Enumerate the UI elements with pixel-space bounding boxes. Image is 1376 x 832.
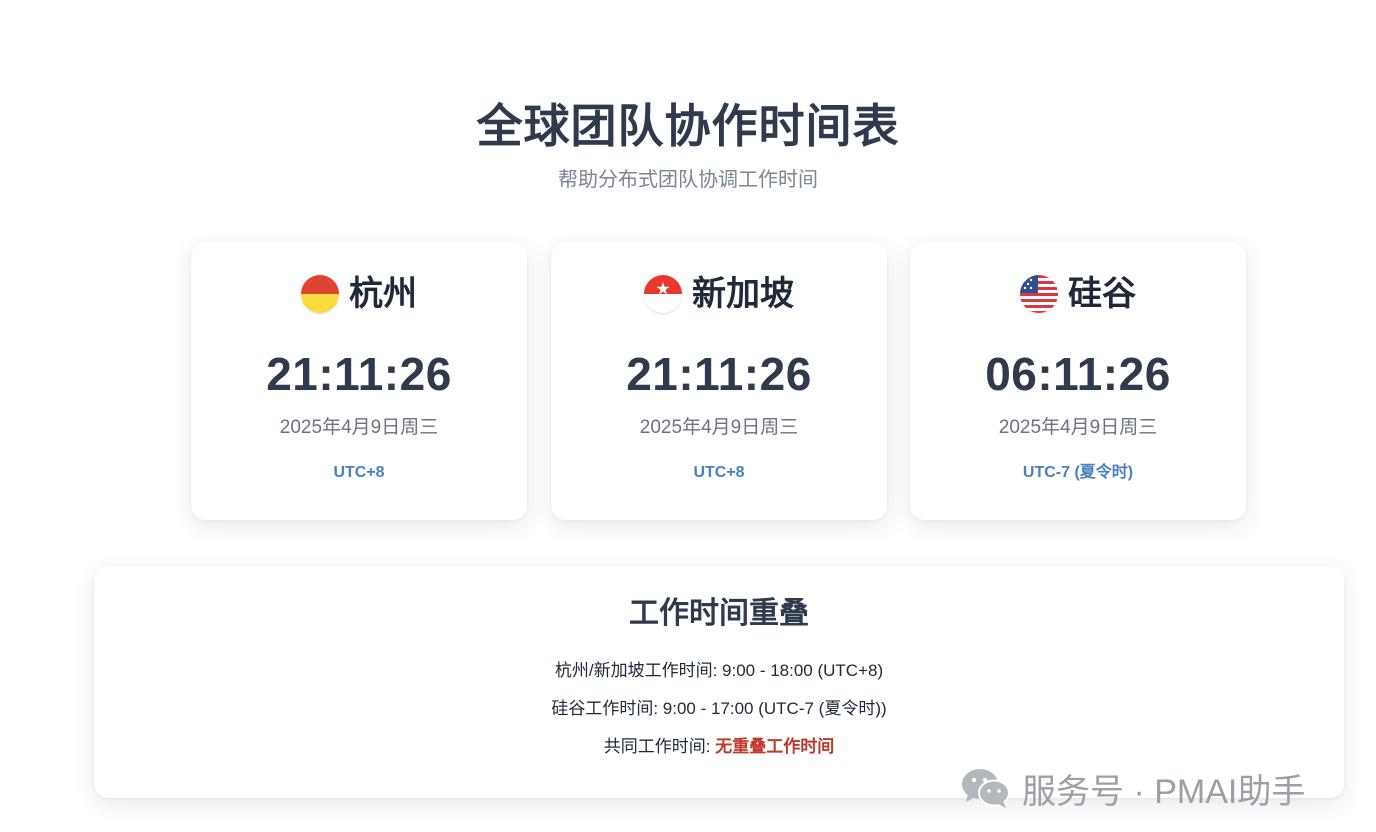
clock-time: 06:11:26 [985, 348, 1171, 400]
clock-date: 2025年4月9日周三 [639, 417, 799, 438]
common-hours-line: 共同工作时间: 无重叠工作时间 [94, 728, 1344, 766]
header: 全球团队协作时间表 帮助分布式团队协调工作时间 [0, 96, 1376, 194]
clock-date: 2025年4月9日周三 [998, 417, 1158, 438]
watermark-text: 服务号 · PMAI助手 [1022, 772, 1306, 811]
page-title: 全球团队协作时间表 [476, 100, 900, 152]
usa-flag-icon [1020, 275, 1058, 313]
clock-date: 2025年4月9日周三 [279, 417, 439, 438]
clock-card-singapore: 新加坡 21:11:26 2025年4月9日周三 UTC+8 [551, 242, 887, 520]
clock-time: 21:11:26 [266, 348, 452, 400]
page-subtitle: 帮助分布式团队协调工作时间 [558, 169, 818, 191]
card-header: 硅谷 [910, 272, 1246, 316]
city-name: 杭州 [349, 275, 417, 313]
city-name: 新加坡 [692, 275, 794, 313]
city-name: 硅谷 [1068, 275, 1136, 313]
watermark: 服务号 · PMAI助手 [960, 764, 1305, 812]
silicon-valley-hours: 硅谷工作时间: 9:00 - 17:00 (UTC-7 (夏令时)) [551, 699, 887, 718]
wechat-icon [960, 766, 1012, 810]
clock-card-silicon-valley: 硅谷 06:11:26 2025年4月9日周三 UTC-7 (夏令时) [910, 242, 1246, 520]
card-header: 新加坡 [551, 272, 887, 316]
common-hours-label: 共同工作时间: [603, 737, 716, 756]
china-flag-icon [301, 275, 339, 313]
overlap-title: 工作时间重叠 [629, 597, 809, 630]
utc-offset-label: UTC+8 [333, 464, 385, 481]
common-hours-value: 无重叠工作时间 [715, 737, 835, 756]
overlap-details: 杭州/新加坡工作时间: 9:00 - 18:00 (UTC+8) 硅谷工作时间:… [94, 652, 1344, 766]
hangzhou-singapore-hours: 杭州/新加坡工作时间: 9:00 - 18:00 (UTC+8) [554, 661, 884, 680]
singapore-flag-icon [644, 275, 682, 313]
page: 全球团队协作时间表 帮助分布式团队协调工作时间 杭州 21:11:26 2025… [0, 0, 1376, 832]
utc-offset-label: UTC-7 (夏令时) [1022, 464, 1134, 481]
utc-offset-label: UTC+8 [693, 464, 745, 481]
clock-card-hangzhou: 杭州 21:11:26 2025年4月9日周三 UTC+8 [191, 242, 527, 520]
card-header: 杭州 [191, 272, 527, 316]
clock-time: 21:11:26 [626, 348, 812, 400]
